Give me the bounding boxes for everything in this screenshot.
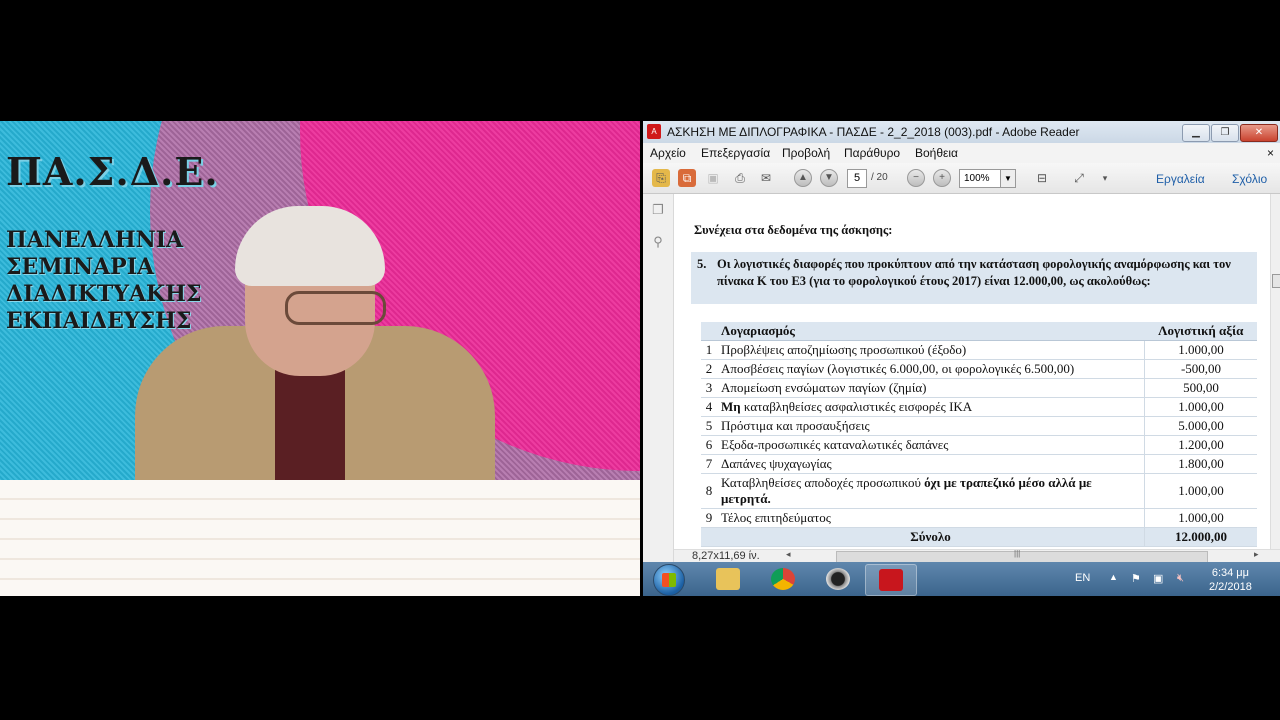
taskbar-explorer[interactable]	[703, 564, 753, 594]
save-icon[interactable]: ▣	[704, 169, 722, 187]
next-page-icon[interactable]: ▼	[820, 169, 838, 187]
taskbar-adobe-reader[interactable]	[865, 564, 917, 596]
scroll-left-icon[interactable]: ◂	[786, 549, 791, 560]
tray-flag-icon[interactable]: ⚑	[1131, 572, 1141, 585]
page-size-label: 8,27x11,69 ίν.	[692, 550, 760, 562]
taskbar-chrome[interactable]	[758, 564, 808, 594]
clock-date: 2/2/2018	[1209, 581, 1252, 593]
presenter-figure	[135, 206, 495, 486]
restore-button[interactable]: ❐	[1211, 124, 1239, 142]
language-indicator[interactable]: EN	[1075, 572, 1090, 584]
menu-edit[interactable]: Επεξεργασία	[701, 146, 770, 160]
vertical-scroll-thumb[interactable]	[1272, 274, 1280, 288]
fit-page-icon[interactable]: ⊟	[1033, 169, 1051, 187]
presenter-glasses	[285, 291, 386, 325]
folder-icon	[716, 568, 740, 590]
menu-bar: Αρχείο Επεξεργασία Προβολή Παράθυρο Βοήθ…	[643, 143, 1280, 163]
tools-pane-link[interactable]: Εργαλεία	[1156, 172, 1205, 186]
row-8-rest: Καταβληθείσες αποδοχές προσωπικού	[721, 475, 925, 490]
minimize-button[interactable]: ▁	[1182, 124, 1210, 142]
title-bar: A ΑΣΚΗΣΗ ΜΕ ΔΙΠΛΟΓΡΑΦΙΚΑ - ΠΑΣΔΕ - 2_2_2…	[643, 121, 1280, 143]
menu-window[interactable]: Παράθυρο	[844, 146, 900, 160]
item-5-number: 5.	[697, 257, 707, 271]
attachments-icon[interactable]: ⚲	[650, 234, 666, 250]
document-view: Συνέχεια στα δεδομένα της άσκησης: 5. Οι…	[674, 194, 1270, 549]
clock-time: 6:34 μμ	[1211, 567, 1249, 579]
windows-taskbar: EN ▲ ⚑ ▣ 🔇︎ 6:34 μμ 2/2/2018	[643, 562, 1280, 596]
email-icon[interactable]: ✉	[757, 169, 775, 187]
table-row: 1 Προβλέψεις αποζημίωσης προσωπικού (έξο…	[701, 340, 1257, 360]
table-row: 7 Δαπάνες ψυχαγωγίας 1.800,00	[701, 454, 1257, 474]
adobe-reader-window: A ΑΣΚΗΣΗ ΜΕ ΔΙΠΛΟΓΡΑΦΙΚΑ - ΠΑΣΔΕ - 2_2_2…	[643, 121, 1280, 596]
combine-files-icon[interactable]: ⧉	[678, 169, 696, 187]
value-column-header: Λογιστική αξία	[1144, 322, 1257, 341]
taskbar-camera-app[interactable]	[813, 564, 863, 594]
chrome-icon	[771, 568, 795, 590]
table-header-row: Λογαριασμός Λογιστική αξία	[701, 322, 1257, 341]
zoom-dropdown-icon[interactable]: ▼	[1000, 169, 1016, 188]
table-row: 6 Εξοδα-προσωπικές καταναλωτικές δαπάνες…	[701, 435, 1257, 455]
presenter-video: ΠΑ.Σ.Δ.Ε. ΠΑΝΕΛΛΗΝΙΑ ΣΕΜΙΝΑΡΙΑ ΔΙΑΔΙΚΤΥΑ…	[0, 121, 640, 596]
status-bar: 8,27x11,69 ίν. ◂ ||| ▸	[674, 549, 1280, 563]
close-button[interactable]: ✕	[1240, 124, 1278, 142]
comment-pane-link[interactable]: Σχόλιο	[1232, 172, 1267, 186]
network-icon[interactable]: ▣	[1153, 572, 1163, 585]
read-mode-icon[interactable]: ⤢	[1070, 169, 1088, 187]
table-row: 8 Καταβληθείσες αποδοχές προσωπικού όχι …	[701, 473, 1257, 509]
menu-file[interactable]: Αρχείο	[650, 146, 686, 160]
pdf-app-icon: A	[647, 124, 661, 139]
previous-page-icon[interactable]: ▲	[794, 169, 812, 187]
create-pdf-icon[interactable]: ⎘	[652, 169, 670, 187]
menu-view[interactable]: Προβολή	[782, 146, 830, 160]
menu-help[interactable]: Βοήθεια	[915, 146, 958, 160]
item-5-text: Οι λογιστικές διαφορές που προκύπτουν απ…	[717, 257, 1231, 288]
table-row: 9 Τέλος επιτηδεύματος 1.000,00	[701, 508, 1257, 528]
total-label: Σύνολο	[717, 527, 1145, 547]
windows-logo-icon	[662, 573, 676, 587]
total-value: 12.000,00	[1144, 527, 1257, 547]
account-column-header: Λογαριασμός	[717, 322, 1145, 341]
vertical-scrollbar[interactable]	[1270, 194, 1280, 549]
taskbar-clock[interactable]: 6:34 μμ 2/2/2018	[1209, 566, 1252, 594]
window-title: ΑΣΚΗΣΗ ΜΕ ΔΙΠΛΟΓΡΑΦΙΚΑ - ΠΑΣΔΕ - 2_2_201…	[667, 125, 1080, 139]
close-document-icon[interactable]: ×	[1267, 146, 1274, 160]
navigation-pane: ❐ ⚲	[643, 194, 674, 562]
zoom-out-icon[interactable]: −	[907, 169, 925, 187]
table-total-row: Σύνολο 12.000,00	[701, 527, 1257, 547]
table-row: 3 Απομείωση ενσώματων παγίων (ζημία) 500…	[701, 378, 1257, 398]
video-desk	[0, 480, 640, 596]
scroll-grip-icon: |||	[1014, 549, 1021, 558]
adobe-reader-icon	[879, 569, 903, 591]
item-5-paragraph: 5. Οι λογιστικές διαφορές που προκύπτουν…	[691, 252, 1257, 304]
page-thumbnails-icon[interactable]: ❐	[650, 202, 666, 218]
accounting-differences-table: Λογαριασμός Λογιστική αξία 1 Προβλέψεις …	[701, 322, 1257, 547]
row-4-bold: Μη	[721, 399, 741, 414]
toolbar-options-icon[interactable]: ▾	[1096, 169, 1114, 187]
webcam-icon	[826, 568, 850, 590]
zoom-in-icon[interactable]: +	[933, 169, 951, 187]
tray-expand-icon[interactable]: ▲	[1109, 572, 1118, 582]
section-heading: Συνέχεια στα δεδομένα της άσκησης:	[694, 223, 893, 237]
table-row: 4 Μη καταβληθείσες ασφαλιστικές εισφορές…	[701, 397, 1257, 417]
start-button[interactable]	[653, 564, 685, 596]
page-total: / 20	[871, 172, 888, 183]
presenter-hair	[235, 206, 385, 286]
scroll-right-icon[interactable]: ▸	[1254, 549, 1259, 560]
toolbar: ⎘ ⧉ ▣ ⎙ ✉ ▲ ▼ 5 / 20 − + 100% ▼ ⊟ ⤢ ▾ Ερ…	[643, 163, 1280, 194]
table-row: 5 Πρόστιμα και προσαυξήσεις 5.000,00	[701, 416, 1257, 436]
volume-muted-icon[interactable]: 🔇︎	[1177, 572, 1184, 585]
row-4-rest: καταβληθείσες ασφαλιστικές εισφορές ΙΚΑ	[740, 399, 973, 414]
page-number-input[interactable]: 5	[847, 169, 867, 188]
zoom-level-input[interactable]: 100%	[959, 169, 1005, 188]
table-row: 2 Αποσβέσεις παγίων (λογιστικές 6.000,00…	[701, 359, 1257, 379]
pasde-logo: ΠΑ.Σ.Δ.Ε.	[6, 149, 219, 194]
print-icon[interactable]: ⎙	[731, 169, 749, 187]
